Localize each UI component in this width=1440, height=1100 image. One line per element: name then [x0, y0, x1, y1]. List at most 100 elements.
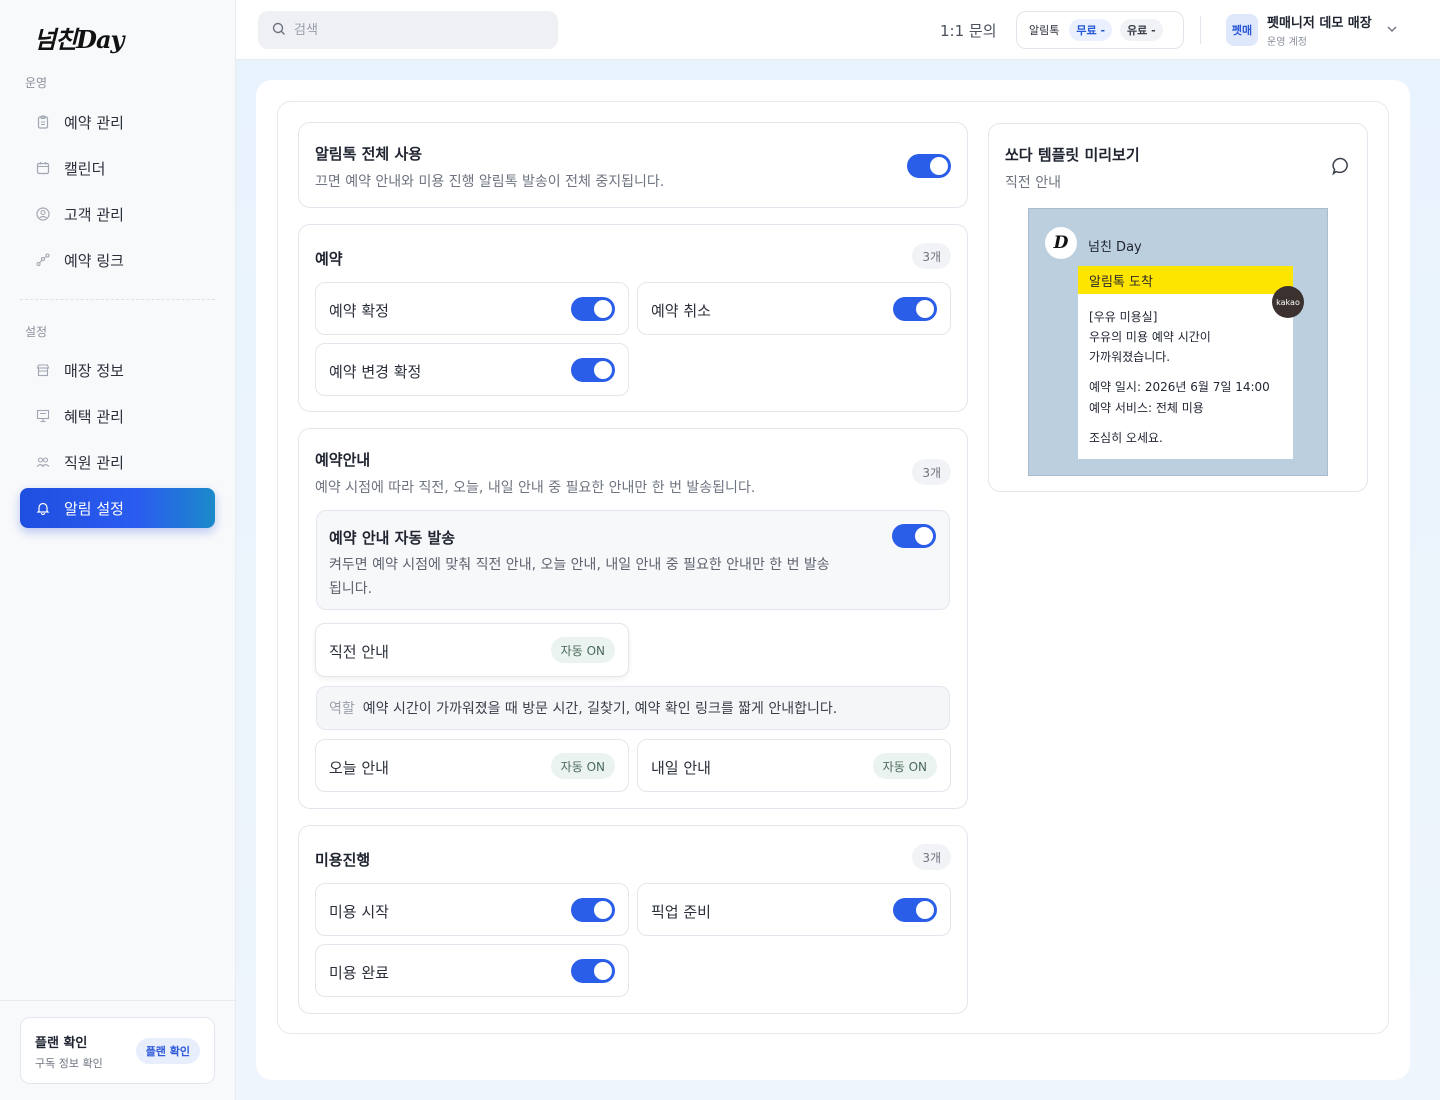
role-key: 역할	[329, 701, 355, 717]
kakao-logo-icon: kakao	[1272, 286, 1304, 318]
section-label-ops: 운영	[25, 76, 48, 90]
booking-confirm-toggle[interactable]	[571, 297, 615, 321]
auto-send-title: 예약 안내 자동 발송	[329, 529, 456, 547]
guide-desc: 예약 시점에 따라 직전, 오늘, 내일 안내 중 필요한 안내만 한 번 발송…	[315, 480, 756, 496]
auto-on-badge: 자동 ON	[550, 753, 615, 779]
master-toggle-card: 알림톡 전체 사용 끄면 예약 안내와 미용 진행 알림톡 발송이 전체 중지됩…	[298, 122, 968, 208]
sidebar-divider	[20, 299, 215, 300]
guide-count-badge: 3개	[912, 459, 951, 485]
paid-credit-pill[interactable]: 유료 -	[1120, 19, 1163, 41]
free-credit-pill[interactable]: 무료 -	[1069, 19, 1113, 41]
sender-name: 넘친 Day	[1088, 240, 1142, 255]
guide-title: 예약안내	[315, 451, 371, 469]
chat-bubble-icon[interactable]	[1331, 156, 1351, 176]
tile-label: 내일 안내	[651, 759, 711, 777]
sender-avatar: D	[1045, 227, 1077, 259]
tile-label: 예약 취소	[651, 302, 711, 320]
toggle-tile-booking-change: 예약 변경 확정	[315, 343, 629, 396]
message-line: 가까워졌습니다.	[1089, 350, 1171, 364]
auto-send-box: 예약 안내 자동 발송 켜두면 예약 시점에 맞춰 직전 안내, 오늘 안내, …	[316, 510, 950, 610]
alimtalk-label: 알림톡	[1029, 24, 1060, 37]
preview-subtitle: 직전 안내	[1005, 175, 1061, 191]
account-role: 운영 계정	[1267, 37, 1307, 48]
plan-title: 플랜 확인	[35, 1036, 88, 1051]
account-menu[interactable]: 펫매 펫매니저 데모 매장 운영 계정	[1226, 12, 1398, 48]
booking-title: 예약	[315, 250, 343, 268]
message-line: 우유의 미용 예약 시간이	[1089, 330, 1211, 344]
master-desc: 끄면 예약 안내와 미용 진행 알림톡 발송이 전체 중지됩니다.	[315, 174, 665, 190]
master-title: 알림톡 전체 사용	[315, 145, 423, 163]
sidebar-item-label: 고객 관리	[64, 205, 124, 224]
toggle-tile-grooming-start: 미용 시작	[315, 883, 629, 936]
grooming-start-toggle[interactable]	[571, 898, 615, 922]
sidebar-item-customers[interactable]: 고객 관리	[20, 194, 215, 234]
auto-on-badge: 자동 ON	[550, 637, 615, 663]
store-icon	[36, 363, 50, 377]
tile-label: 예약 확정	[329, 302, 389, 320]
sidebar-item-staff[interactable]: 직원 관리	[20, 442, 215, 482]
toggle-tile-grooming-done: 미용 완료	[315, 944, 629, 997]
link-nodes-icon	[36, 253, 50, 267]
plan-check-button[interactable]: 플랜 확인	[135, 1038, 200, 1064]
message-line: [우유 미용실]	[1089, 310, 1158, 324]
auto-send-toggle[interactable]	[892, 524, 936, 548]
topbar: 1:1 문의 알림톡 무료 - 유료 - 펫매 펫매니저 데모 매장 운영 계정	[236, 0, 1440, 60]
grooming-count-badge: 3개	[912, 844, 951, 870]
template-preview-card: 쏘다 템플릿 미리보기 직전 안내 D 넘친 Day 알림톡 도착 [우유 미용…	[988, 123, 1368, 492]
avatar: 펫매	[1226, 14, 1258, 46]
role-value: 예약 시간이 가까워졌을 때 방문 시간, 길찾기, 예약 확인 링크를 짧게 …	[362, 701, 838, 717]
tile-label: 미용 완료	[329, 964, 389, 982]
auto-on-badge: 자동 ON	[872, 753, 937, 779]
tile-label: 오늘 안내	[329, 759, 389, 777]
tile-label: 직전 안내	[329, 643, 389, 661]
sidebar-item-store-info[interactable]: 매장 정보	[20, 350, 215, 390]
sidebar-item-label: 직원 관리	[64, 453, 124, 472]
tile-label: 미용 시작	[329, 903, 389, 921]
chevron-down-icon	[1386, 23, 1398, 38]
booking-cancel-toggle[interactable]	[893, 297, 937, 321]
sidebar-item-benefits[interactable]: 혜택 관리	[20, 396, 215, 436]
grooming-title: 미용진행	[315, 851, 371, 869]
sidebar-item-notification-settings[interactable]: 알림 설정	[20, 488, 215, 528]
plan-divider	[0, 1000, 236, 1001]
plan-card: 플랜 확인 구독 정보 확인 플랜 확인	[20, 1017, 215, 1084]
message-header: 알림톡 도착	[1078, 266, 1293, 294]
grooming-done-toggle[interactable]	[571, 959, 615, 983]
sidebar-item-reservations[interactable]: 예약 관리	[20, 102, 215, 142]
role-description: 역할 예약 시간이 가까워졌을 때 방문 시간, 길찾기, 예약 확인 링크를 …	[316, 686, 950, 730]
toggle-tile-pickup-ready: 픽업 준비	[637, 883, 951, 936]
sidebar-item-label: 혜택 관리	[64, 407, 124, 426]
section-label-settings: 설정	[25, 325, 48, 339]
presentation-icon	[36, 409, 50, 423]
master-toggle[interactable]	[907, 154, 951, 178]
sidebar-item-booking-link[interactable]: 예약 링크	[20, 240, 215, 280]
search-input[interactable]	[294, 22, 534, 38]
toggle-tile-booking-cancel: 예약 취소	[637, 282, 951, 335]
topbar-separator	[1200, 16, 1201, 44]
guide-tile-before[interactable]: 직전 안내 자동 ON	[315, 623, 629, 677]
sidebar-item-label: 예약 링크	[64, 251, 124, 270]
tile-label: 픽업 준비	[651, 903, 711, 921]
alimtalk-balance: 알림톡 무료 - 유료 -	[1016, 11, 1184, 49]
users-icon	[36, 455, 50, 469]
bell-icon	[36, 501, 50, 515]
plan-subtitle: 구독 정보 확인	[35, 1057, 103, 1070]
brand-logo[interactable]: 넘친Day	[34, 20, 124, 55]
sidebar-item-label: 매장 정보	[64, 361, 124, 380]
booking-change-toggle[interactable]	[571, 358, 615, 382]
sidebar-item-calendar[interactable]: 캘린더	[20, 148, 215, 188]
search-icon	[272, 21, 286, 40]
message-line: 조심히 오세요.	[1089, 431, 1163, 445]
inquiry-link[interactable]: 1:1 문의	[940, 20, 997, 41]
pickup-ready-toggle[interactable]	[893, 898, 937, 922]
calendar-icon	[36, 161, 50, 175]
tile-label: 예약 변경 확정	[329, 363, 422, 381]
toggle-tile-booking-confirm: 예약 확정	[315, 282, 629, 335]
sidebar-item-label: 알림 설정	[64, 499, 124, 518]
clipboard-icon	[36, 115, 50, 129]
sidebar-item-label: 캘린더	[64, 159, 106, 178]
guide-tile-tomorrow[interactable]: 내일 안내 자동 ON	[637, 739, 951, 792]
guide-tile-today[interactable]: 오늘 안내 자동 ON	[315, 739, 629, 792]
search-box[interactable]	[258, 11, 558, 49]
message-bubble: 알림톡 도착 [우유 미용실] 우유의 미용 예약 시간이 가까워졌습니다. 예…	[1078, 266, 1293, 459]
